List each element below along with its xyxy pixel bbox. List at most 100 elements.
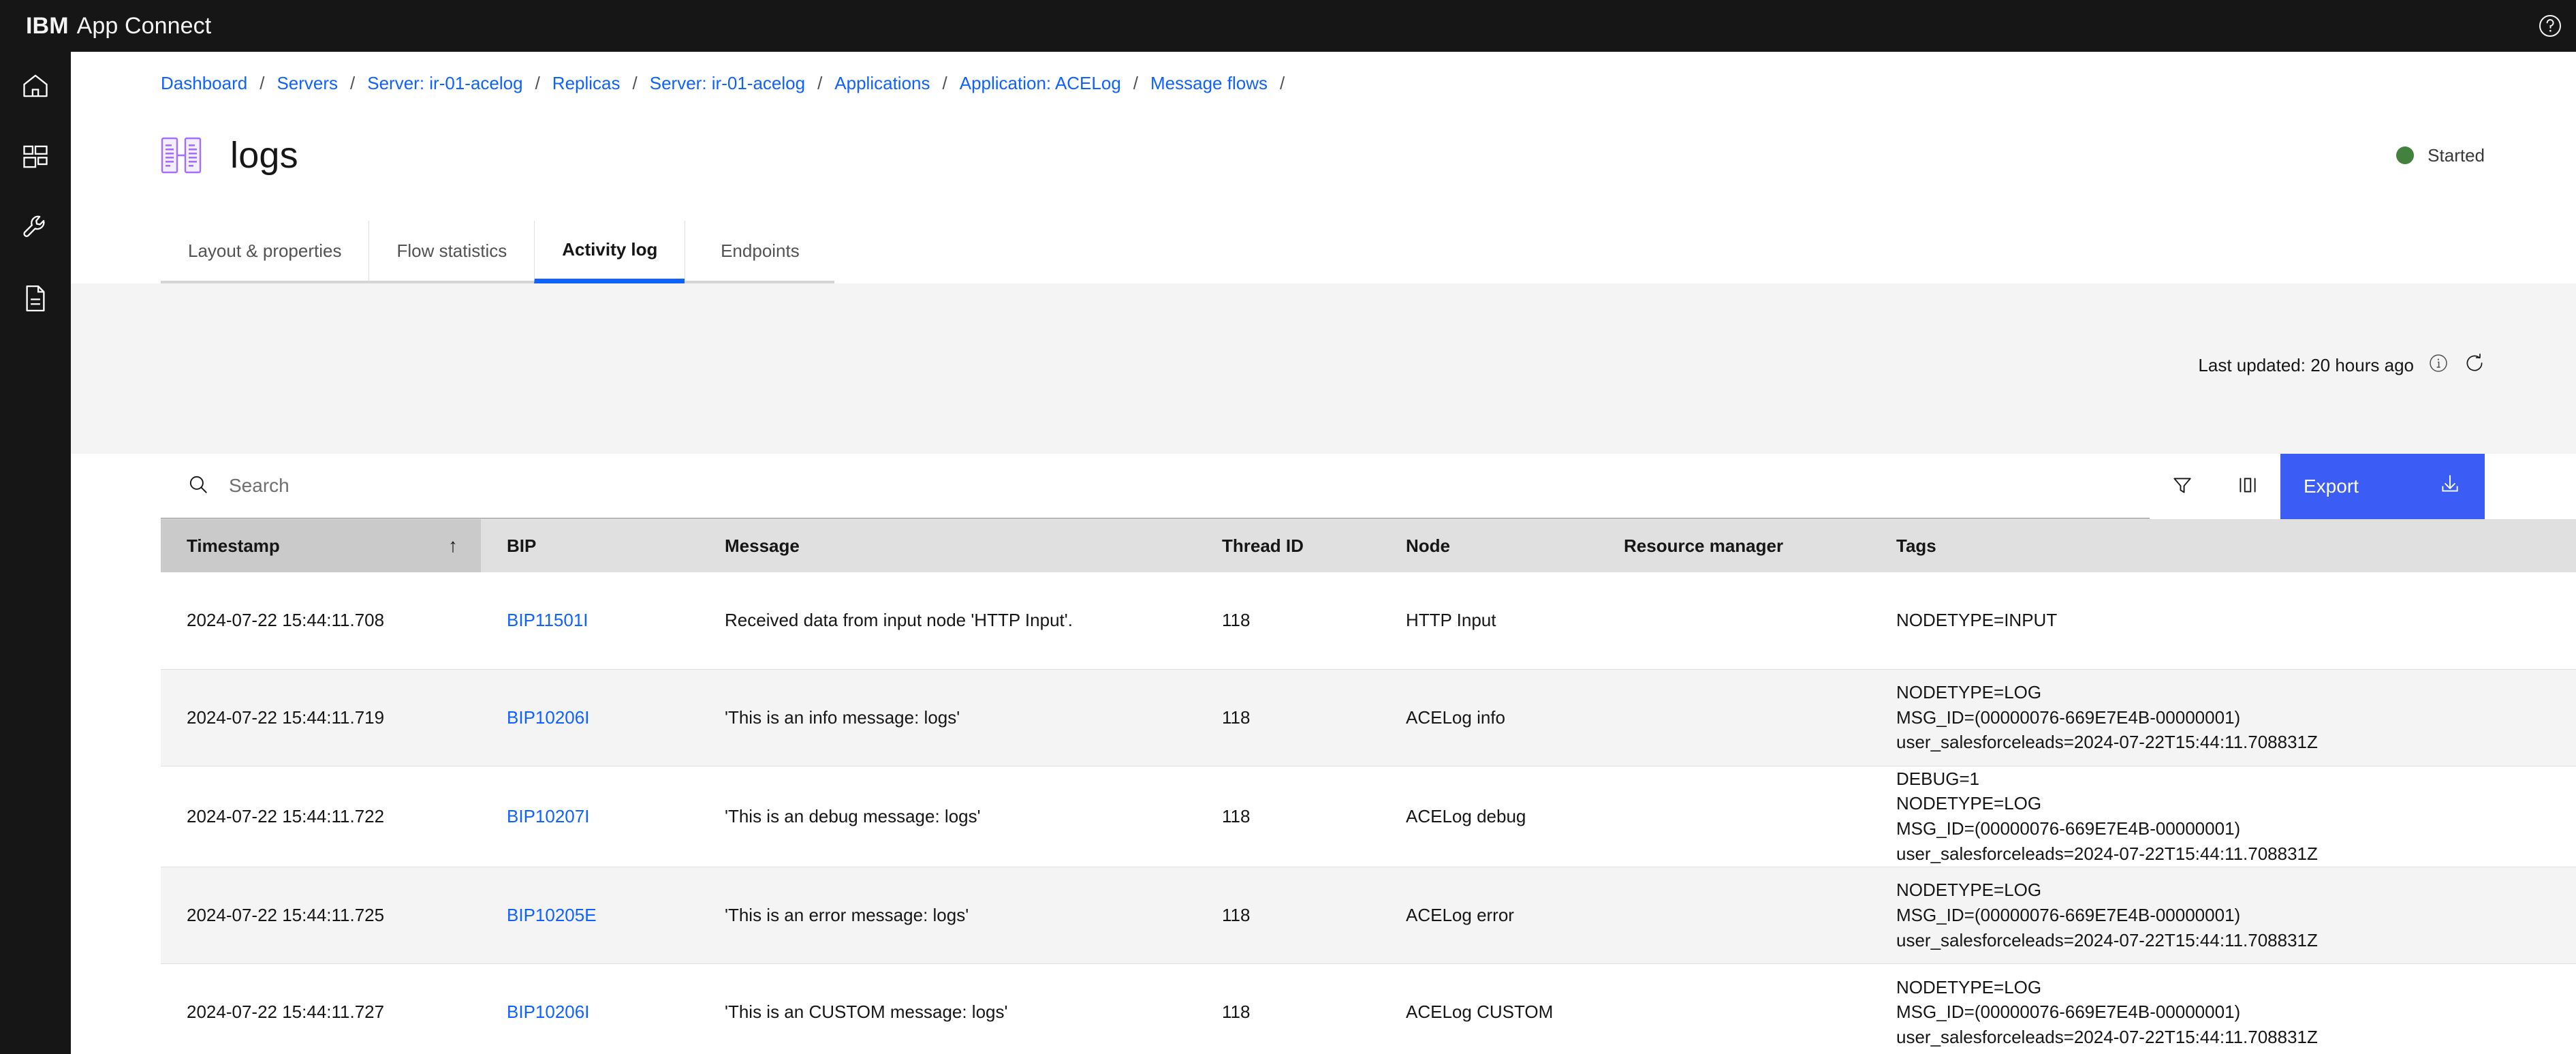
refresh-icon[interactable]	[2463, 352, 2486, 379]
export-button[interactable]: Export	[2280, 454, 2485, 519]
tag-entry: NODETYPE=LOG	[1896, 880, 2042, 901]
column-header-label: BIP	[507, 535, 537, 556]
home-icon	[20, 71, 50, 104]
tab-activity-log[interactable]: Activity log	[534, 221, 685, 283]
tag-entry: NODETYPE=INPUT	[1896, 610, 2058, 631]
table-row[interactable]: 2024-07-22 15:44:11.722 BIP10207I 'This is…	[161, 765, 2576, 867]
wrench-icon	[20, 213, 50, 246]
status-dot-icon	[2396, 146, 2415, 164]
download-icon	[2438, 473, 2462, 501]
search-input[interactable]	[229, 475, 2150, 497]
message-flow-icon	[161, 136, 202, 174]
tag-entry: MSG_ID=(00000076-669E7E4B-00000001)	[1896, 707, 2241, 728]
bip-code-link[interactable]: BIP10206I	[507, 707, 589, 728]
tab-endpoints[interactable]: Endpoints	[685, 221, 835, 283]
tag-entry: NODETYPE=LOG	[1896, 976, 2042, 997]
column-header-label: Node	[1406, 535, 1450, 556]
sort-ascending-icon: ↑	[448, 535, 458, 556]
column-settings-icon	[2236, 474, 2259, 500]
tag-entry: NODETYPE=LOG	[1896, 681, 2042, 702]
breadcrumb-item-server-replica[interactable]: Server: ir-01-acelog	[650, 73, 805, 94]
filter-button[interactable]	[2150, 454, 2215, 519]
dashboard-grid-icon	[20, 142, 50, 175]
cell-resource-manager	[1598, 867, 1870, 964]
cell-timestamp: 2024-07-22 15:44:11.727	[161, 963, 481, 1054]
cell-thread-id: 118	[1196, 572, 1380, 669]
bip-code-link[interactable]: BIP11501I	[507, 610, 588, 630]
column-header-bip[interactable]: BIP	[481, 519, 699, 572]
column-header-label: Tags	[1896, 535, 1936, 556]
breadcrumb-item-server-ir-01-acelog[interactable]: Server: ir-01-acelog	[367, 73, 522, 94]
rail-item-tools[interactable]	[0, 193, 71, 264]
rail-item-dashboard[interactable]	[0, 123, 71, 193]
cell-message: 'This is an error message: logs'	[699, 867, 1196, 964]
breadcrumb-item-servers[interactable]: Servers	[277, 73, 338, 94]
help-circle-icon[interactable]	[2524, 0, 2576, 52]
cell-resource-manager	[1598, 963, 1870, 1054]
breadcrumb-item-application-acelog[interactable]: Application: ACELog	[960, 73, 1121, 94]
table-row[interactable]: 2024-07-22 15:44:11.708 BIP11501I Received…	[161, 572, 2576, 669]
search-container[interactable]	[161, 454, 2150, 518]
page-title: logs	[230, 135, 298, 176]
cell-message: 'This is an debug message: logs'	[699, 765, 1196, 867]
breadcrumb-separator: /	[535, 72, 540, 93]
breadcrumb-separator: /	[350, 72, 356, 93]
activity-log-table: Timestamp ↑ BIP Message Thread ID Node R…	[161, 519, 2576, 1054]
breadcrumb: Dashboard / Servers / Server: ir-01-acel…	[71, 52, 2576, 114]
cell-node: ACELog info	[1380, 668, 1598, 766]
column-header-label: Timestamp	[187, 535, 280, 556]
cell-resource-manager	[1598, 668, 1870, 766]
bip-code-link[interactable]: BIP10207I	[507, 806, 589, 826]
cell-resource-manager	[1598, 765, 1870, 867]
tag-entry: NODETYPE=LOG	[1896, 793, 2042, 814]
bip-code-link[interactable]: BIP10205E	[507, 905, 597, 925]
table-head: Timestamp ↑ BIP Message Thread ID Node R…	[161, 519, 2576, 572]
left-nav-rail	[0, 52, 71, 1054]
column-header-thread-id[interactable]: Thread ID	[1196, 519, 1380, 572]
breadcrumb-item-message-flows[interactable]: Message flows	[1150, 73, 1268, 94]
column-header-tags[interactable]: Tags	[1870, 519, 2576, 572]
tab-bar: Layout & properties Flow statistics Acti…	[71, 221, 2576, 283]
rail-item-home[interactable]	[0, 52, 71, 123]
last-updated-group: Last updated: 20 hours ago	[2198, 352, 2486, 386]
cell-timestamp: 2024-07-22 15:44:11.719	[161, 668, 481, 766]
brand-prefix: IBM	[26, 12, 69, 39]
cell-timestamp: 2024-07-22 15:44:11.708	[161, 572, 481, 669]
table-row[interactable]: 2024-07-22 15:44:11.719 BIP10206I 'This is…	[161, 668, 2576, 766]
cell-bip: BIP10205E	[481, 867, 699, 964]
breadcrumb-separator: /	[817, 72, 823, 93]
tab-layout-properties[interactable]: Layout & properties	[161, 221, 369, 283]
breadcrumb-separator: /	[942, 72, 947, 93]
breadcrumb-separator: /	[632, 72, 638, 93]
cell-bip: BIP10206I	[481, 668, 699, 766]
column-settings-button[interactable]	[2215, 454, 2280, 519]
information-icon[interactable]	[2428, 352, 2449, 379]
cell-resource-manager	[1598, 572, 1870, 669]
filter-funnel-icon	[2171, 474, 2194, 500]
column-header-node[interactable]: Node	[1380, 519, 1598, 572]
column-header-timestamp[interactable]: Timestamp ↑	[161, 519, 481, 572]
search-icon	[187, 473, 210, 499]
cell-node: ACELog CUSTOM	[1380, 963, 1598, 1054]
breadcrumb-item-dashboard[interactable]: Dashboard	[161, 73, 247, 94]
table-row[interactable]: 2024-07-22 15:44:11.725 BIP10205E 'This is…	[161, 867, 2576, 964]
tab-bar-filler	[834, 221, 2576, 283]
cell-thread-id: 118	[1196, 867, 1380, 964]
column-header-resource-manager[interactable]: Resource manager	[1598, 519, 1870, 572]
cell-thread-id: 118	[1196, 765, 1380, 867]
cell-bip: BIP11501I	[481, 572, 699, 669]
rail-item-documents[interactable]	[0, 264, 71, 335]
breadcrumb-item-applications[interactable]: Applications	[834, 73, 930, 94]
column-header-message[interactable]: Message	[699, 519, 1196, 572]
column-header-label: Resource manager	[1624, 535, 1784, 556]
breadcrumb-item-replicas[interactable]: Replicas	[552, 73, 621, 94]
cell-tags: NODETYPE=LOG MSG_ID=(00000076-669E7E4B-00…	[1870, 963, 2576, 1054]
bip-code-link[interactable]: BIP10206I	[507, 1002, 589, 1022]
tab-flow-statistics[interactable]: Flow statistics	[368, 221, 535, 283]
tab-label: Endpoints	[721, 240, 800, 261]
cell-message: Received data from input node 'HTTP Inpu…	[699, 572, 1196, 669]
brand-title: IBM App Connect	[26, 13, 211, 40]
activity-log-panel-header: Last updated: 20 hours ago	[71, 283, 2576, 454]
table-row[interactable]: 2024-07-22 15:44:11.727 BIP10206I 'This is…	[161, 963, 2576, 1054]
cell-message: 'This is an CUSTOM message: logs'	[699, 963, 1196, 1054]
